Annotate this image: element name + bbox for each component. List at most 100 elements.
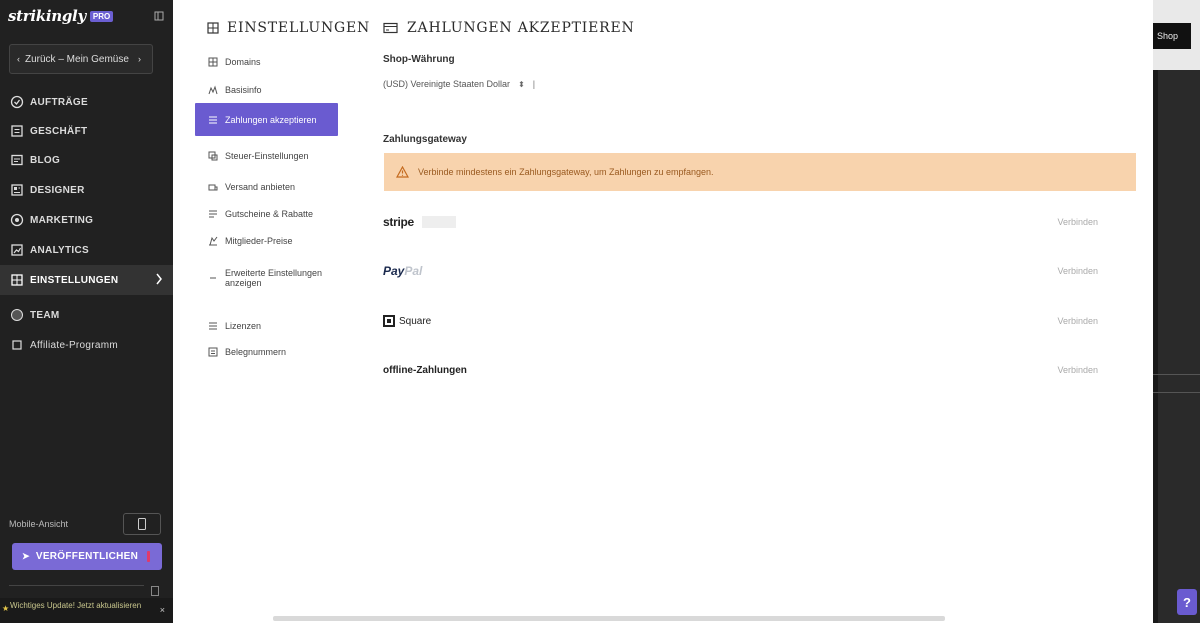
designer-icon xyxy=(11,184,23,196)
stripe-tag xyxy=(421,216,456,228)
sidebar-item-affiliate[interactable]: Affiliate-Programm xyxy=(0,331,173,359)
preview-edge xyxy=(1153,70,1158,623)
sidebar-item-store[interactable]: GESCHÄFT xyxy=(0,117,173,145)
stripe-logo: stripe xyxy=(383,215,414,229)
collapse-sidebar-icon[interactable] xyxy=(154,8,164,21)
preview-shop-button[interactable]: Shop xyxy=(1153,23,1191,49)
update-notice[interactable]: ★ Wichtiges Update! Jetzt aktualisieren … xyxy=(0,598,173,623)
logo[interactable]: strikingly PRO xyxy=(8,6,114,26)
page-title-text: ZAHLUNGEN AKZEPTIEREN xyxy=(407,20,635,36)
warning-banner: Verbinde mindestens ein Zahlungsgateway,… xyxy=(384,153,1136,191)
subnav-label: Belegnummern xyxy=(225,347,287,357)
site-preview: Shop ? xyxy=(1153,0,1200,623)
connect-link[interactable]: Verbinden xyxy=(1057,217,1098,227)
square-name: Square xyxy=(399,315,432,327)
affiliate-icon xyxy=(12,340,22,350)
back-to-site-button[interactable]: ‹ Zurück – Mein Gemüse › xyxy=(9,44,153,74)
payments-icon xyxy=(209,116,217,123)
currency-select[interactable]: (USD) Vereinigte Staaten Dollar ⬍ | xyxy=(383,76,535,92)
subnav-label: Versand anbieten xyxy=(225,182,296,192)
connect-link[interactable]: Verbinden xyxy=(1057,316,1098,326)
receipt-icon xyxy=(208,347,218,357)
subnav-label: Mitglieder-Preise xyxy=(225,236,293,246)
blog-icon xyxy=(11,154,23,166)
sidebar-item-orders[interactable]: AUFTRÄGE xyxy=(0,88,173,116)
gateway-row-offline[interactable]: offline-Zahlungen Verbinden xyxy=(383,350,1138,390)
star-icon: ★ xyxy=(2,604,10,613)
subnav-label: Basisinfo xyxy=(225,85,262,95)
close-icon[interactable]: × xyxy=(160,605,165,615)
square-logo: Square xyxy=(383,315,431,327)
sidebar-item-blog[interactable]: BLOG xyxy=(0,146,173,174)
chevron-left-icon: ‹ xyxy=(17,54,20,64)
license-icon xyxy=(209,322,217,330)
sidebar: strikingly PRO ‹ Zurück – Mein Gemüse › … xyxy=(0,0,173,623)
subnav-label: Erweiterte Einstellungen anzeigen xyxy=(225,268,323,288)
subnav-item-tax[interactable]: Steuer-Einstellungen xyxy=(195,145,338,167)
dropdown-handle-icon: | xyxy=(532,79,536,89)
sidebar-item-settings[interactable]: EINSTELLUNGEN xyxy=(0,265,173,295)
subnav-item-basic-info[interactable]: Basisinfo xyxy=(195,83,338,97)
mobile-view-button[interactable] xyxy=(123,513,161,535)
gateway-label: Zahlungsgateway xyxy=(383,134,467,145)
chevron-right-icon xyxy=(156,273,162,285)
sidebar-item-analytics[interactable]: ANALYTICS xyxy=(0,236,173,264)
subnav-item-payments[interactable]: Zahlungen akzeptieren xyxy=(195,103,338,136)
subnav-item-member-prices[interactable]: Mitglieder-Preise xyxy=(195,234,338,248)
currency-label: Shop-Währung xyxy=(383,54,455,65)
offline-payments-label: offline-Zahlungen xyxy=(383,364,467,376)
rocket-icon: ➤ xyxy=(22,551,30,561)
mobile-view-row: Mobile-Ansicht xyxy=(9,512,161,536)
settings-icon xyxy=(11,274,23,286)
connect-link[interactable]: Verbinden xyxy=(1057,266,1098,276)
coupon-icon xyxy=(209,210,217,218)
team-icon xyxy=(11,309,23,321)
connect-link[interactable]: Verbinden xyxy=(1057,365,1098,375)
back-label: Zurück – Mein Gemüse xyxy=(25,53,129,65)
member-icon xyxy=(209,236,218,246)
publish-button[interactable]: ➤ VERÖFFENTLICHEN xyxy=(12,543,162,570)
sidebar-item-label: BLOG xyxy=(30,154,61,166)
warning-icon xyxy=(396,166,409,178)
update-notice-text: Wichtiges Update! Jetzt aktualisieren xyxy=(10,601,142,610)
sidebar-item-label: ANALYTICS xyxy=(30,244,90,256)
currency-value: (USD) Vereinigte Staaten Dollar xyxy=(383,79,511,89)
subnav-item-licenses[interactable]: Lizenzen xyxy=(195,319,338,333)
sidebar-item-marketing[interactable]: MARKETING xyxy=(0,206,173,234)
subnav-label: Steuer-Einstellungen xyxy=(225,151,309,161)
sidebar-item-designer[interactable]: DESIGNER xyxy=(0,176,173,204)
publish-indicator xyxy=(147,551,150,562)
sidebar-item-label: MARKETING xyxy=(30,214,94,226)
chevron-right-icon: › xyxy=(137,54,141,64)
payments-icon xyxy=(383,22,398,34)
square-icon xyxy=(383,315,395,327)
dash-icon xyxy=(210,277,216,279)
page-title: ZAHLUNGEN AKZEPTIEREN xyxy=(383,20,635,36)
info-icon xyxy=(208,85,218,95)
subnav-item-coupons[interactable]: Gutscheine & Rabatte xyxy=(195,207,338,221)
subnav-item-advanced[interactable]: Erweiterte Einstellungen anzeigen xyxy=(195,263,338,293)
subnav-label: Gutscheine & Rabatte xyxy=(225,209,314,219)
gateway-row-square[interactable]: Square Verbinden xyxy=(383,301,1138,341)
sidebar-item-label: EINSTELLUNGEN xyxy=(30,274,119,286)
page-icon[interactable] xyxy=(150,586,160,596)
settings-panel: EINSTELLUNGEN Domains Basisinfo Zahlunge… xyxy=(173,0,1153,623)
subnav-item-receipt-numbers[interactable]: Belegnummern xyxy=(195,345,338,359)
sidebar-item-label: TEAM xyxy=(30,309,60,321)
help-button[interactable]: ? xyxy=(1177,589,1197,615)
gateway-row-paypal[interactable]: PayPal Verbinden xyxy=(383,251,1138,291)
analytics-icon xyxy=(11,244,23,256)
sidebar-item-team[interactable]: TEAM xyxy=(0,301,173,329)
subnav-item-domains[interactable]: Domains xyxy=(195,55,338,69)
sidebar-item-label: Affiliate-Programm xyxy=(30,339,119,351)
subnav-item-shipping[interactable]: Versand anbieten xyxy=(195,180,338,194)
subnav-label: Lizenzen xyxy=(225,321,262,331)
divider xyxy=(9,585,144,586)
marketing-icon xyxy=(10,213,24,227)
subnav-label: Zahlungen akzeptieren xyxy=(225,114,317,125)
sidebar-item-label: AUFTRÄGE xyxy=(30,96,88,108)
horizontal-scrollbar[interactable] xyxy=(273,616,945,621)
mobile-icon xyxy=(138,518,146,530)
gateway-row-stripe[interactable]: stripe Verbinden xyxy=(383,202,1138,242)
sidebar-item-label: DESIGNER xyxy=(30,184,85,196)
